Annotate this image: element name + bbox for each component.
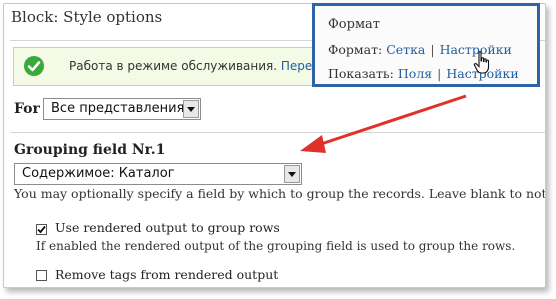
hand-cursor-icon bbox=[473, 51, 490, 74]
separator: | bbox=[430, 42, 435, 57]
popup-format-label: Формат: bbox=[328, 42, 383, 57]
popup-title: Формат bbox=[328, 17, 380, 32]
popup-show-label: Показать: bbox=[328, 66, 394, 81]
separator: | bbox=[437, 66, 442, 81]
format-popup: Формат Формат: Сетка | Настройки Показать:… bbox=[312, 3, 540, 87]
show-fields-link[interactable]: Поля bbox=[398, 66, 432, 81]
format-grid-link[interactable]: Сетка bbox=[386, 42, 425, 57]
